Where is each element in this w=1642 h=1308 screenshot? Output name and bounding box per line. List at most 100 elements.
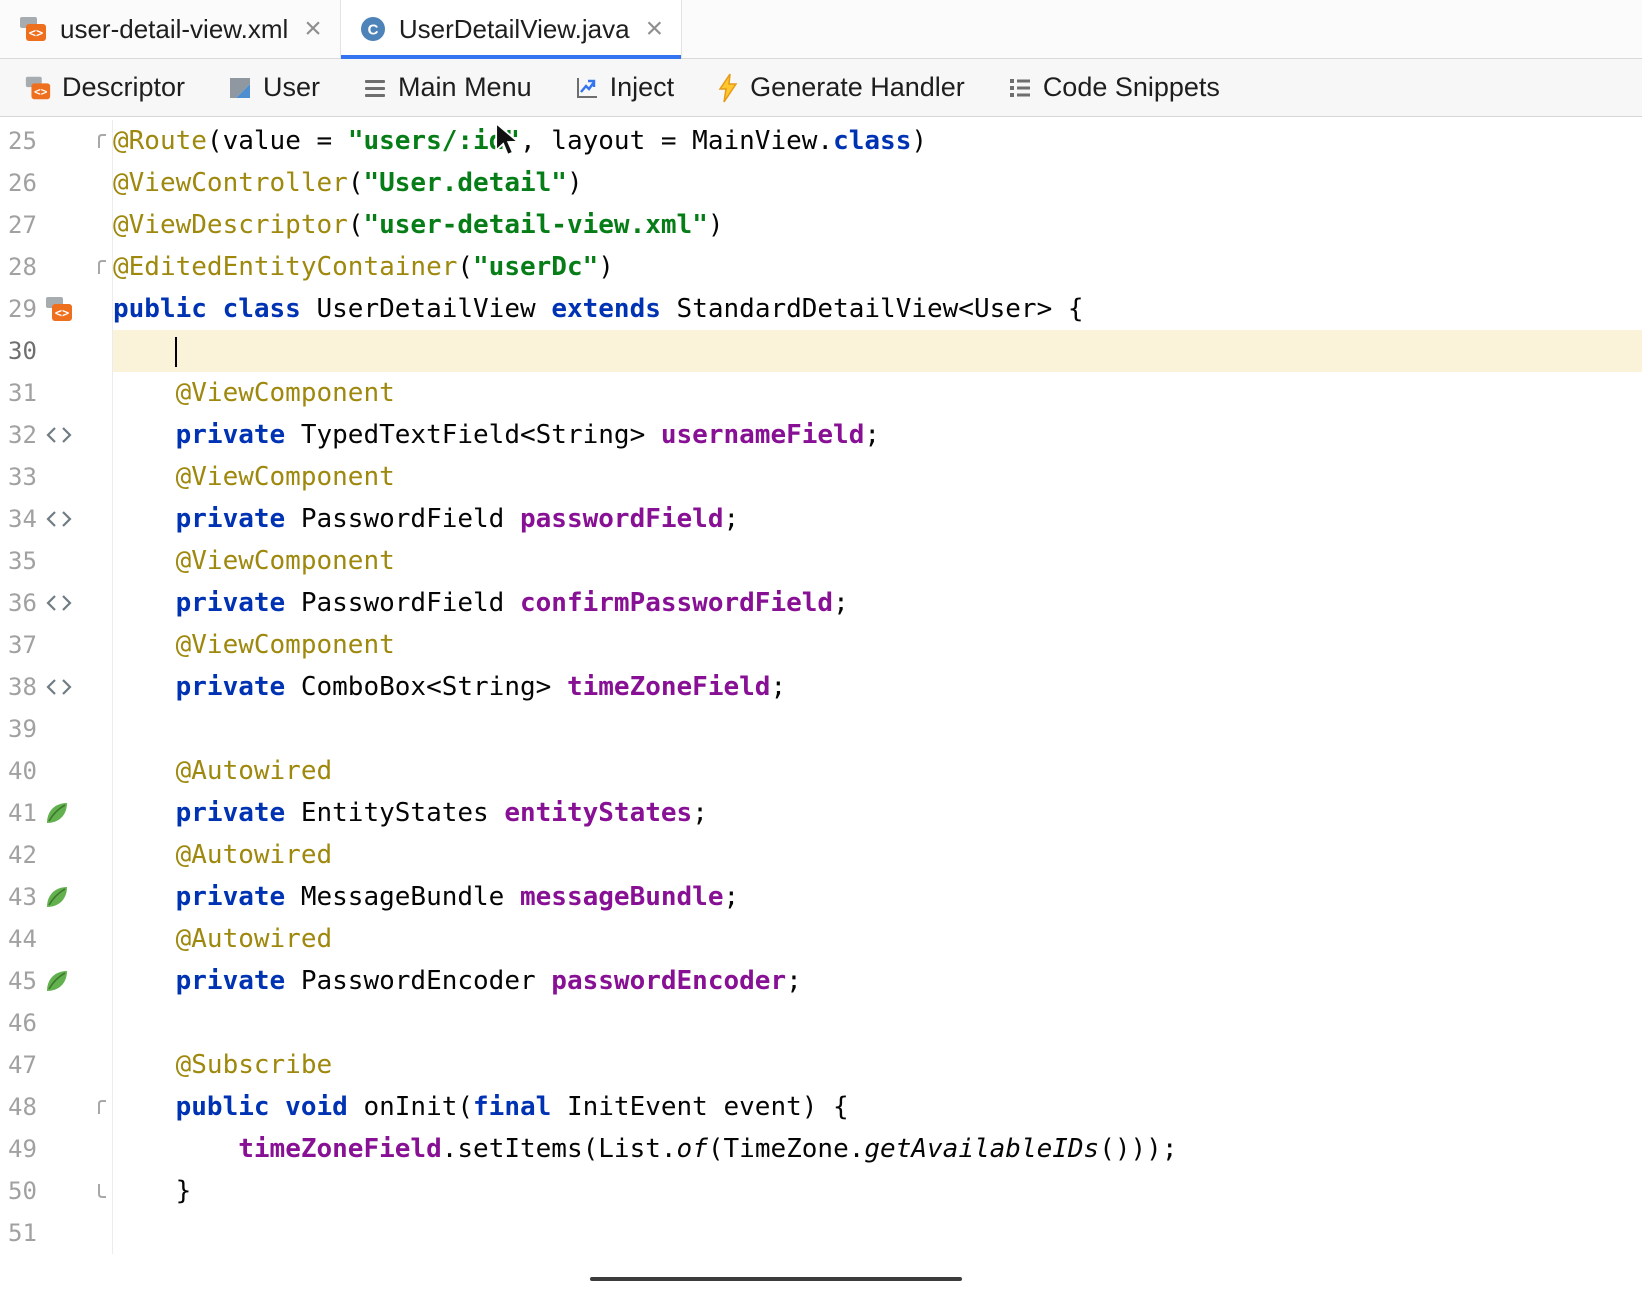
code-line[interactable]: 35 @ViewComponent	[0, 540, 1642, 582]
toolbar-label: Main Menu	[398, 72, 532, 103]
toolbar-descriptor-button[interactable]: <> Descriptor	[24, 72, 185, 103]
code-line[interactable]: 40 @Autowired	[0, 750, 1642, 792]
code-snippets-icon	[1007, 75, 1033, 101]
code-line[interactable]: 26@ViewController("User.detail")	[0, 162, 1642, 204]
editor-tab-bar: <> user-detail-view.xml × C UserDetailVi…	[0, 0, 1642, 59]
gutter[interactable]: 43	[0, 876, 113, 918]
gutter[interactable]: 49	[0, 1128, 113, 1170]
code-line[interactable]: 28@EditedEntityContainer("userDc")	[0, 246, 1642, 288]
line-number: 38	[8, 673, 37, 701]
fold-start-icon[interactable]	[94, 257, 110, 277]
gutter[interactable]: 46	[0, 1002, 113, 1044]
angle-brackets-icon[interactable]	[44, 424, 74, 446]
tab-user-detail-view-xml[interactable]: <> user-detail-view.xml ×	[0, 0, 341, 58]
gutter[interactable]: 41	[0, 792, 113, 834]
gutter[interactable]: 29<>	[0, 288, 113, 330]
code-line[interactable]: 48 public void onInit(final InitEvent ev…	[0, 1086, 1642, 1128]
spring-leaf-icon[interactable]	[44, 800, 70, 826]
code-line[interactable]: 39	[0, 708, 1642, 750]
code-line[interactable]: 25@Route(value = "users/:id", layout = M…	[0, 120, 1642, 162]
editor-lines: 25@Route(value = "users/:id", layout = M…	[0, 120, 1642, 1254]
code-line[interactable]: 47 @Subscribe	[0, 1044, 1642, 1086]
code-line[interactable]: 42 @Autowired	[0, 834, 1642, 876]
code-editor[interactable]: 25@Route(value = "users/:id", layout = M…	[0, 117, 1642, 1254]
gutter[interactable]: 27	[0, 204, 113, 246]
code-text: @Subscribe	[113, 1044, 1642, 1086]
gutter[interactable]: 32	[0, 414, 113, 456]
gutter[interactable]: 30	[0, 330, 113, 372]
line-number: 31	[8, 379, 37, 407]
line-number: 49	[8, 1135, 37, 1163]
line-number: 46	[8, 1009, 37, 1037]
toolbar-code-snippets-button[interactable]: Code Snippets	[1007, 72, 1220, 103]
descriptor-badge-icon[interactable]: <>	[44, 294, 74, 324]
code-line[interactable]: 34 private PasswordField passwordField;	[0, 498, 1642, 540]
spring-leaf-icon[interactable]	[44, 968, 70, 994]
gutter[interactable]: 37	[0, 624, 113, 666]
toolbar-main-menu-button[interactable]: Main Menu	[362, 72, 532, 103]
code-text: @Autowired	[113, 750, 1642, 792]
code-line[interactable]: 44 @Autowired	[0, 918, 1642, 960]
bottom-panel-divider	[590, 1277, 962, 1281]
ide-window: <> user-detail-view.xml × C UserDetailVi…	[0, 0, 1642, 1308]
close-tab-icon[interactable]: ×	[304, 14, 322, 44]
code-text: private PasswordField confirmPasswordFie…	[113, 582, 1642, 624]
fold-end-icon[interactable]	[94, 1181, 110, 1201]
code-line[interactable]: 41 private EntityStates entityStates;	[0, 792, 1642, 834]
gutter[interactable]: 47	[0, 1044, 113, 1086]
xml-descriptor-file-icon: <>	[18, 14, 48, 44]
gutter[interactable]: 31	[0, 372, 113, 414]
tab-userdetailview-java[interactable]: C UserDetailView.java ×	[341, 0, 682, 58]
line-number: 36	[8, 589, 37, 617]
code-line[interactable]: 37 @ViewComponent	[0, 624, 1642, 666]
close-tab-icon[interactable]: ×	[646, 14, 664, 44]
line-number: 29	[8, 295, 37, 323]
code-line[interactable]: 50 }	[0, 1170, 1642, 1212]
code-line[interactable]: 33 @ViewComponent	[0, 456, 1642, 498]
code-line[interactable]: 36 private PasswordField confirmPassword…	[0, 582, 1642, 624]
gutter[interactable]: 42	[0, 834, 113, 876]
toolbar-generate-handler-button[interactable]: Generate Handler	[716, 72, 965, 103]
gutter[interactable]: 40	[0, 750, 113, 792]
line-number: 51	[8, 1219, 37, 1247]
code-text: @ViewComponent	[113, 372, 1642, 414]
fold-start-icon[interactable]	[94, 131, 110, 151]
gutter[interactable]: 39	[0, 708, 113, 750]
gutter[interactable]: 34	[0, 498, 113, 540]
code-line[interactable]: 51	[0, 1212, 1642, 1254]
code-text: }	[113, 1170, 1642, 1212]
code-line[interactable]: 29<>public class UserDetailView extends …	[0, 288, 1642, 330]
gutter[interactable]: 38	[0, 666, 113, 708]
angle-brackets-icon[interactable]	[44, 508, 74, 530]
line-number: 33	[8, 463, 37, 491]
code-line[interactable]: 46	[0, 1002, 1642, 1044]
code-line[interactable]: 32 private TypedTextField<String> userna…	[0, 414, 1642, 456]
gutter[interactable]: 33	[0, 456, 113, 498]
gutter[interactable]: 35	[0, 540, 113, 582]
code-line[interactable]: 45 private PasswordEncoder passwordEncod…	[0, 960, 1642, 1002]
gutter[interactable]: 36	[0, 582, 113, 624]
gutter[interactable]: 50	[0, 1170, 113, 1212]
jmix-toolbar: <> Descriptor User Main Menu Inject	[0, 59, 1642, 117]
toolbar-user-button[interactable]: User	[227, 72, 320, 103]
code-line[interactable]: 38 private ComboBox<String> timeZoneFiel…	[0, 666, 1642, 708]
angle-brackets-icon[interactable]	[44, 592, 74, 614]
gutter[interactable]: 48	[0, 1086, 113, 1128]
code-text	[113, 1002, 1642, 1044]
code-line[interactable]: 30	[0, 330, 1642, 372]
spring-leaf-icon[interactable]	[44, 884, 70, 910]
gutter[interactable]: 45	[0, 960, 113, 1002]
code-line[interactable]: 43 private MessageBundle messageBundle;	[0, 876, 1642, 918]
gutter[interactable]: 44	[0, 918, 113, 960]
gutter[interactable]: 26	[0, 162, 113, 204]
code-line[interactable]: 27@ViewDescriptor("user-detail-view.xml"…	[0, 204, 1642, 246]
code-line[interactable]: 31 @ViewComponent	[0, 372, 1642, 414]
gutter[interactable]: 28	[0, 246, 113, 288]
gutter[interactable]: 25	[0, 120, 113, 162]
line-number: 32	[8, 421, 37, 449]
gutter[interactable]: 51	[0, 1212, 113, 1254]
code-line[interactable]: 49 timeZoneField.setItems(List.of(TimeZo…	[0, 1128, 1642, 1170]
fold-start-icon[interactable]	[94, 1097, 110, 1117]
toolbar-inject-button[interactable]: Inject	[574, 72, 675, 103]
angle-brackets-icon[interactable]	[44, 676, 74, 698]
